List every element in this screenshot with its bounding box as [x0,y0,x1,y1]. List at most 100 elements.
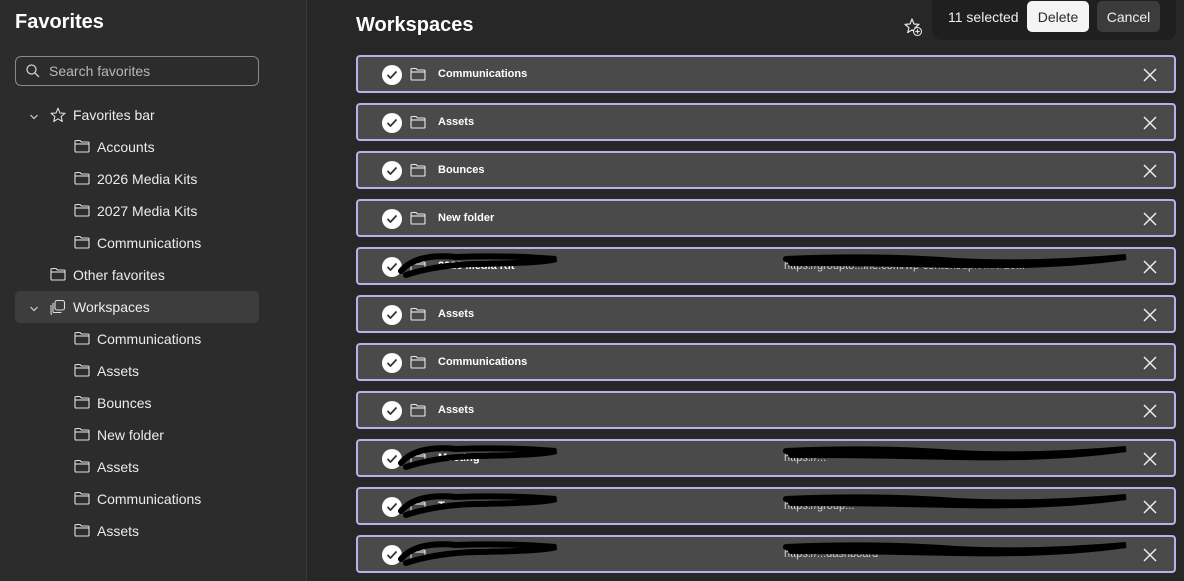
folder-icon [74,523,90,540]
tree-item-bounces[interactable]: Bounces [15,387,259,419]
folder-icon [74,235,90,252]
favicon-icon [410,259,426,278]
tree-item-accounts[interactable]: Accounts [15,131,259,163]
workspace-row[interactable]: https://...dashboard [356,535,1176,573]
search-box[interactable] [15,56,259,86]
checkmark-icon[interactable] [382,401,402,421]
workspace-row[interactable]: Communications [356,343,1176,381]
workspace-row[interactable]: 2026 Media Kit https://groupto...ine.com/… [356,247,1176,285]
folder-icon [74,203,90,220]
folder-icon [74,427,90,444]
close-icon[interactable] [1143,260,1157,279]
tree-item-communications[interactable]: Communications [15,483,259,515]
folder-icon [74,139,90,156]
checkmark-icon[interactable] [382,305,402,325]
tree-item-assets[interactable]: Assets [15,355,259,387]
row-name: Te [438,500,451,512]
row-name: Meeting [438,452,480,464]
folder-icon [410,211,426,230]
favicon-icon [410,547,426,566]
checkmark-icon[interactable] [382,449,402,469]
tree-item-assets[interactable]: Assets [15,515,259,547]
page-title: Workspaces [356,14,474,36]
favorites-sidebar: Favorites Favorites bar Accounts 2026 Medi… [0,0,307,581]
workspace-row[interactable]: New folder [356,199,1176,237]
tree-item-label: Assets [97,363,140,379]
folder-icon [50,267,66,284]
row-url: https://group... [784,500,855,512]
tree-item-workspaces[interactable]: Workspaces [15,291,259,323]
tree-item-other-favorites[interactable]: Other favorites [15,259,259,291]
checkmark-icon[interactable] [382,497,402,517]
close-icon[interactable] [1143,452,1157,471]
tree-item-label: Accounts [97,139,155,155]
tree-item-assets[interactable]: Assets [15,451,259,483]
folder-icon [74,395,90,412]
row-name: Bounces [438,164,485,176]
tree-item-label: 2027 Media Kits [97,203,198,219]
workspace-row[interactable]: Communications [356,55,1176,93]
tree-item-communications[interactable]: Communications [15,323,259,355]
folder-icon [74,363,90,380]
redaction-scribble [398,493,1127,518]
tree-item-label: Other favorites [73,267,165,283]
folder-icon [410,67,426,86]
close-icon[interactable] [1143,548,1157,567]
chevron-down-icon[interactable] [29,301,39,317]
close-icon[interactable] [1143,212,1157,231]
search-input[interactable] [49,63,249,79]
row-url: https://... [784,452,827,464]
folder-icon [410,355,426,374]
workspace-row[interactable]: Assets [356,103,1176,141]
tree-item-label: 2026 Media Kits [97,171,198,187]
tree-item-2027-media-kits[interactable]: 2027 Media Kits [15,195,259,227]
tree-item-new-folder[interactable]: New folder [15,419,259,451]
checkmark-icon[interactable] [382,257,402,277]
workspaces-icon [50,299,66,318]
search-icon [26,64,40,78]
checkmark-icon[interactable] [382,545,402,565]
workspace-row[interactable]: Assets [356,391,1176,429]
row-name: 2026 Media Kit [438,260,515,272]
tree-item-label: Workspaces [73,299,150,315]
tree-item-label: New folder [97,427,164,443]
tree-item-label: Communications [97,331,202,347]
close-icon[interactable] [1143,68,1157,87]
tree-item-label: Communications [97,235,202,251]
cancel-button[interactable]: Cancel [1097,1,1160,32]
tree-item-label: Assets [97,523,140,539]
checkmark-icon[interactable] [382,161,402,181]
row-name: Communications [438,356,528,368]
tree-item-label: Favorites bar [73,107,155,123]
checkmark-icon[interactable] [382,353,402,373]
close-icon[interactable] [1143,308,1157,327]
row-name: Assets [438,404,475,416]
close-icon[interactable] [1143,356,1157,375]
close-icon[interactable] [1143,164,1157,183]
checkmark-icon[interactable] [382,113,402,133]
favorites-tree: Favorites bar Accounts 2026 Media Kits 2027… [15,99,259,547]
add-favorite-icon[interactable] [903,17,923,37]
workspace-row[interactable]: Bounces [356,151,1176,189]
checkmark-icon[interactable] [382,65,402,85]
folder-icon [410,115,426,134]
tree-item-label: Assets [97,459,140,475]
workspace-row[interactable]: Te https://group... [356,487,1176,525]
chevron-down-icon[interactable] [29,109,39,125]
workspace-row[interactable]: Assets [356,295,1176,333]
favicon-icon [410,451,426,470]
close-icon[interactable] [1143,404,1157,423]
tree-item-2026-media-kits[interactable]: 2026 Media Kits [15,163,259,195]
tree-item-label: Communications [97,491,202,507]
tree-item-favorites-bar[interactable]: Favorites bar [15,99,259,131]
close-icon[interactable] [1143,116,1157,135]
row-url: https://...dashboard [784,548,879,560]
star-icon [50,107,66,126]
folder-icon [74,491,90,508]
tree-item-communications[interactable]: Communications [15,227,259,259]
checkmark-icon[interactable] [382,209,402,229]
close-icon[interactable] [1143,500,1157,519]
row-name: Communications [438,68,528,80]
delete-button[interactable]: Delete [1027,1,1089,32]
workspace-row[interactable]: Meeting https://... [356,439,1176,477]
